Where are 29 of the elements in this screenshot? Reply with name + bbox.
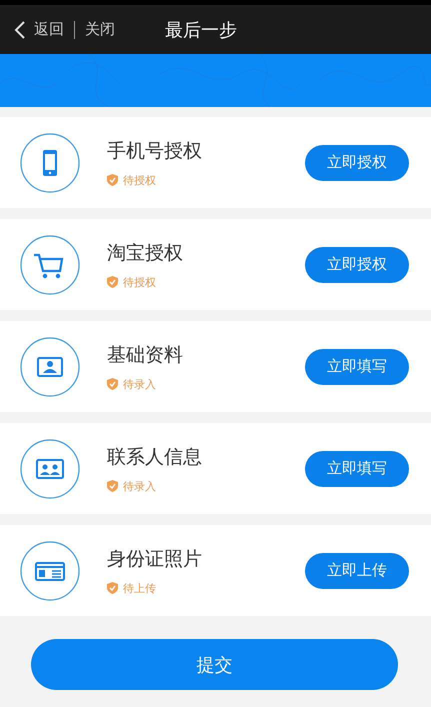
shopping-cart-icon <box>20 234 80 294</box>
shield-check-icon <box>107 480 118 492</box>
status-text: 待录入 <box>123 478 156 494</box>
id-card-icon <box>20 540 80 600</box>
close-button[interactable]: 关闭 <box>85 20 115 39</box>
profile-card-icon <box>20 336 80 396</box>
shield-check-icon <box>107 276 118 288</box>
task-title: 身份证照片 <box>107 546 203 572</box>
submit-button[interactable]: 提交 <box>31 639 398 690</box>
shield-check-icon <box>107 378 118 390</box>
action-button[interactable]: 立即授权 <box>305 246 409 282</box>
task-title: 联系人信息 <box>107 444 203 470</box>
shield-check-icon <box>107 174 118 186</box>
page-title: 最后一步 <box>165 18 237 42</box>
action-button[interactable]: 立即填写 <box>305 450 409 486</box>
back-button[interactable]: 返回 <box>14 20 64 39</box>
status-text: 待授权 <box>123 172 156 188</box>
contacts-icon <box>20 438 80 498</box>
shield-check-icon <box>107 582 118 594</box>
action-button[interactable]: 立即填写 <box>305 348 409 384</box>
task-title: 淘宝授权 <box>107 240 184 266</box>
phone-icon <box>20 132 80 192</box>
action-button[interactable]: 立即授权 <box>305 144 409 180</box>
status-text: 待授权 <box>123 274 156 290</box>
task-title: 手机号授权 <box>107 138 203 164</box>
status-text: 待上传 <box>123 580 156 596</box>
task-title: 基础资料 <box>107 342 184 368</box>
status-text: 待录入 <box>123 376 156 392</box>
action-button[interactable]: 立即上传 <box>305 552 409 588</box>
